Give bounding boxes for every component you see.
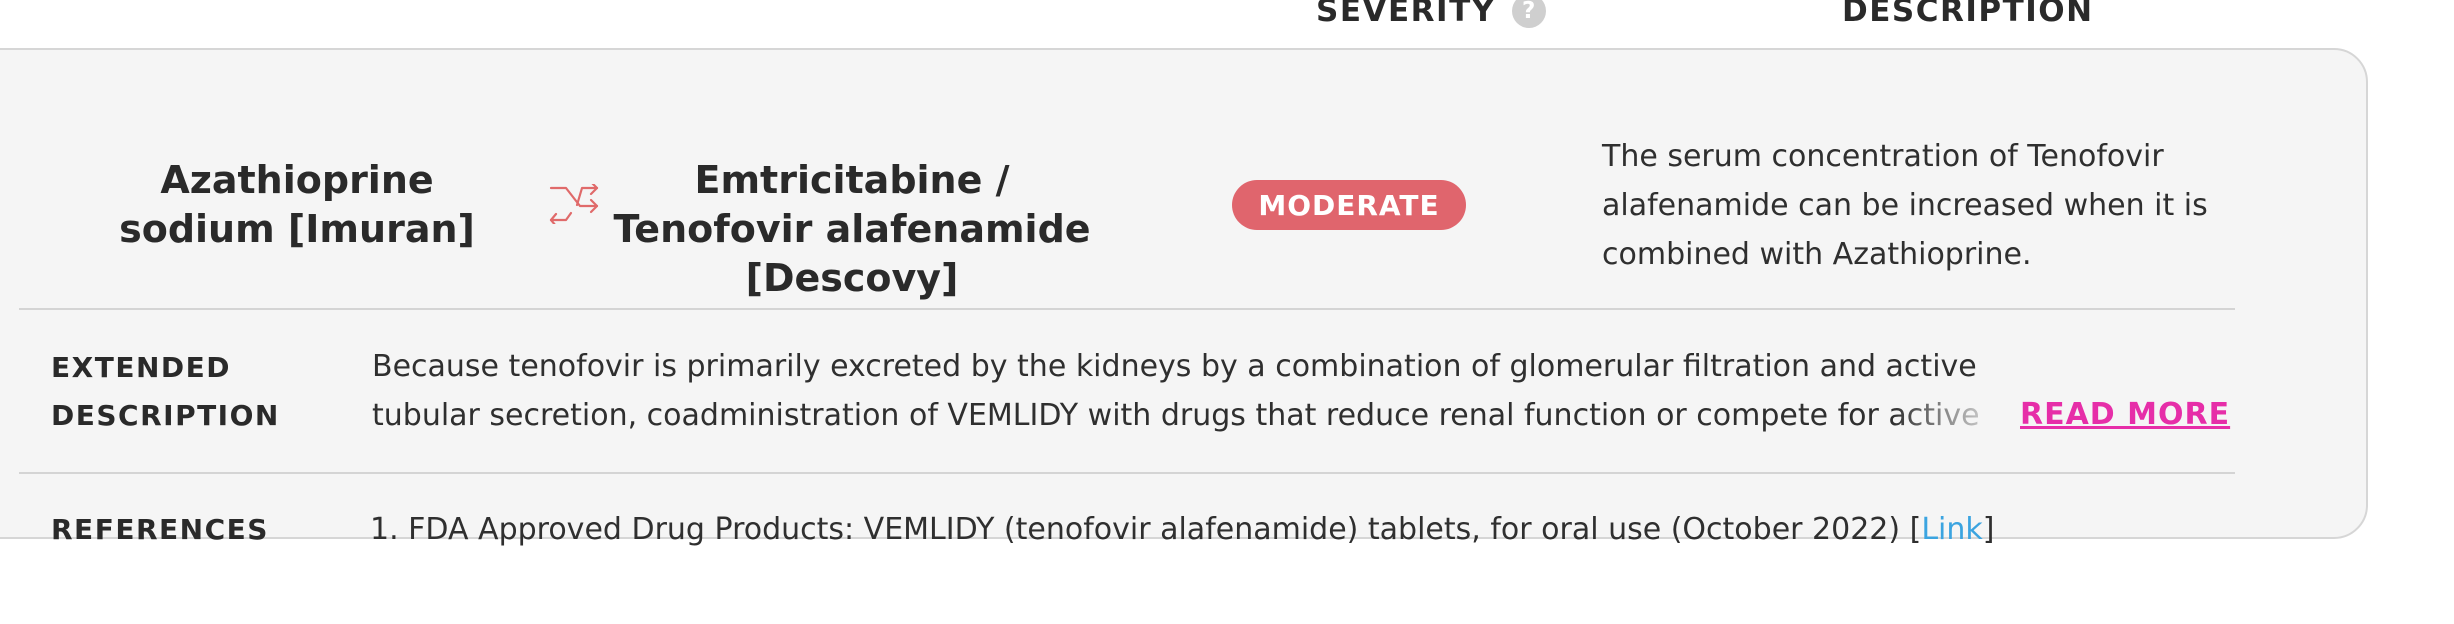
reference-suffix: ] — [1982, 512, 1995, 547]
severity-column-header: SEVERITY ? — [1316, 0, 1546, 29]
divider — [19, 308, 2235, 310]
help-icon[interactable]: ? — [1511, 0, 1546, 28]
severity-header-label: SEVERITY — [1316, 0, 1496, 29]
extended-description-label: EXTENDED DESCRIPTION — [51, 351, 280, 432]
reference-link[interactable]: Link — [1921, 512, 1982, 547]
extended-description-text: Because tenofovir is primarily excreted … — [372, 349, 1980, 433]
interaction-card: Azathioprine sodium [Imuran] Emtricitabi… — [0, 48, 2368, 547]
divider — [19, 472, 2235, 474]
drug-b-name[interactable]: Emtricitabine / Tenofovir alafenamide [D… — [592, 156, 1112, 303]
read-more-link[interactable]: READ MORE — [2020, 392, 2230, 438]
description-column-header: DESCRIPTION — [1842, 0, 2094, 29]
reference-text: 1. FDA Approved Drug Products: VEMLIDY (… — [370, 512, 1922, 547]
severity-badge: MODERATE — [1232, 180, 1466, 230]
references-label: REFERENCES — [51, 513, 269, 546]
interaction-description: The serum concentration of Tenofovir ala… — [1602, 139, 2208, 272]
reference-item: 1. FDA Approved Drug Products: VEMLIDY (… — [370, 506, 1994, 554]
drug-a-name[interactable]: Azathioprine sodium [Imuran] — [82, 156, 512, 254]
text-fade-overlay — [1892, 390, 2022, 442]
